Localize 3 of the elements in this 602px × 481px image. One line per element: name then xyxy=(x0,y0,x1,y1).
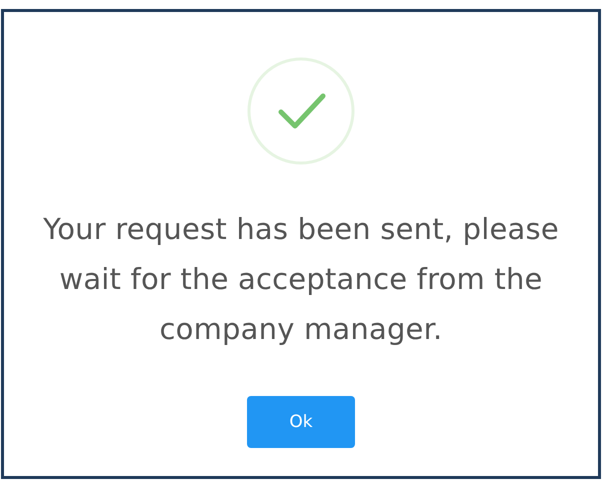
check-icon xyxy=(246,56,356,166)
ok-button[interactable]: Ok xyxy=(247,396,355,448)
message-text: Your request has been sent, please wait for the acceptance from the company manager. xyxy=(42,211,560,348)
